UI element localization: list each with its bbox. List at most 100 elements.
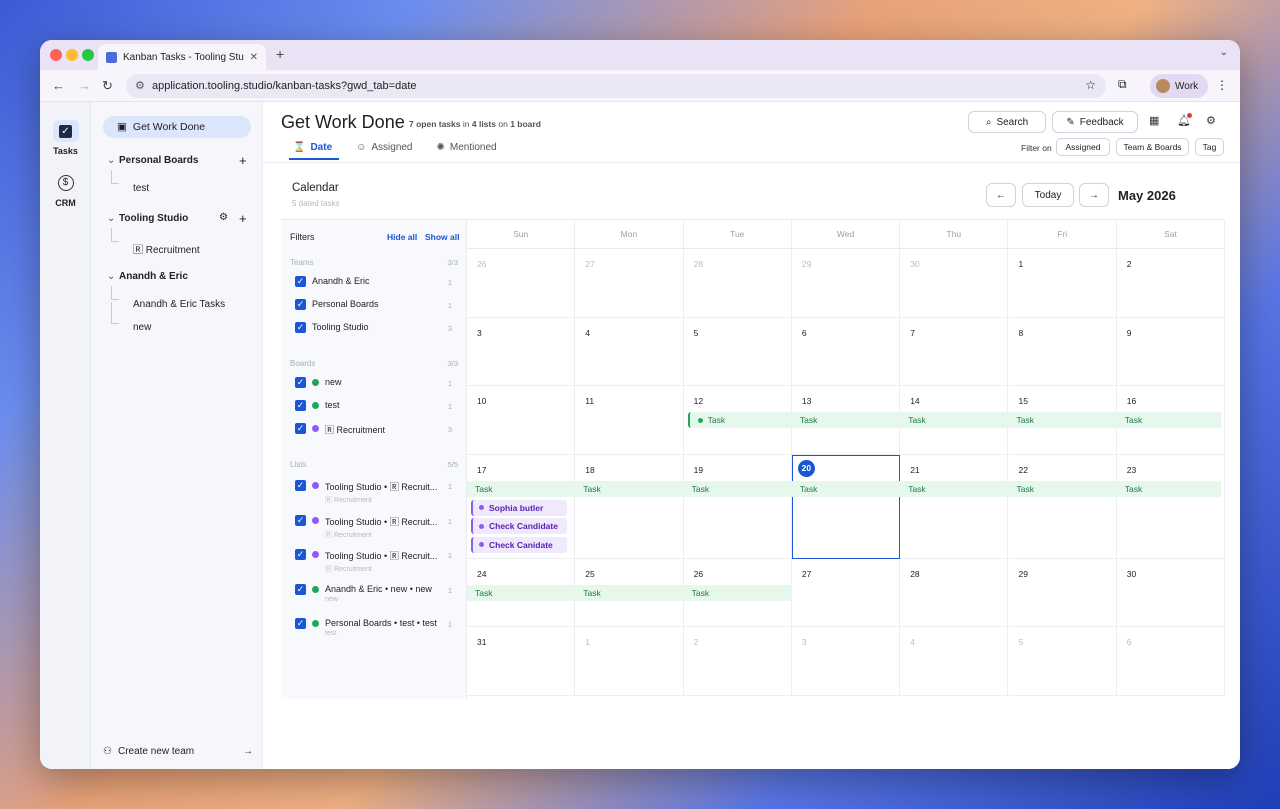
task-bar[interactable]: Task <box>467 584 792 601</box>
browser-menu-icon[interactable]: ⋮ <box>1216 78 1228 92</box>
chevron-down-icon[interactable]: ⌄ <box>107 155 119 166</box>
calendar-day-cell[interactable]: 5 <box>683 317 792 386</box>
tab-mentioned[interactable]: ✺ Mentioned <box>437 142 497 153</box>
search-button[interactable]: ⌕ Search <box>968 111 1046 133</box>
calendar-day-cell[interactable]: 7 <box>900 317 1009 386</box>
checkbox[interactable]: ✓ <box>295 322 306 333</box>
extensions-icon[interactable]: ⧉ <box>1118 77 1127 92</box>
tab-date[interactable]: ⌛ Date <box>293 142 332 153</box>
today-button[interactable]: Today <box>1022 183 1074 207</box>
chevron-down-icon[interactable]: ⌄ <box>107 213 119 224</box>
calendar-day-cell[interactable]: 29 <box>1008 558 1117 627</box>
checkbox[interactable]: ✓ <box>295 480 306 491</box>
calendar-day-cell[interactable]: 5 <box>1008 627 1117 696</box>
calendar-day-cell[interactable]: 8 <box>1008 317 1117 386</box>
minimize-window-button[interactable] <box>66 49 78 61</box>
sidebar-board-recruitment[interactable]: 🅁 Recruitment <box>133 241 200 256</box>
filter-item-boards[interactable]: ✓ 🅁 Recruitment <box>295 423 385 436</box>
checkbox[interactable]: ✓ <box>295 377 306 388</box>
add-board-button[interactable]: + <box>239 211 247 226</box>
sidebar-board-new[interactable]: new <box>133 322 151 333</box>
sidebar-board-anandh-eric-tasks[interactable]: Anandh & Eric Tasks <box>133 299 225 310</box>
hide-all-link[interactable]: Hide all <box>387 232 417 242</box>
tab-list-chevron-icon[interactable]: ⌄ <box>1220 47 1228 58</box>
calendar-day-cell[interactable]: 29 <box>791 249 901 318</box>
profile-button[interactable]: Work <box>1150 74 1208 98</box>
add-board-button[interactable]: + <box>239 153 247 168</box>
checkbox[interactable]: ✓ <box>295 514 306 526</box>
feedback-button[interactable]: ✎ Feedback <box>1052 111 1138 133</box>
calendar-day-cell[interactable]: 1 <box>575 627 684 696</box>
candidate-task[interactable]: Sophia butler <box>471 499 567 516</box>
calendar-day-cell[interactable]: 31 <box>467 627 576 696</box>
sidebar-board-test[interactable]: test <box>133 183 149 194</box>
calendar-day-cell[interactable]: 18 <box>575 454 684 559</box>
next-month-button[interactable]: → <box>1079 183 1109 207</box>
create-new-team-button[interactable]: ⚇ Create new team → <box>103 746 253 757</box>
site-settings-icon[interactable]: ⚙ <box>135 79 145 92</box>
calendar-day-cell[interactable]: 19 <box>683 454 792 559</box>
close-window-button[interactable] <box>50 49 62 61</box>
candidate-task[interactable]: Check Canidate <box>471 536 567 553</box>
calendar-day-cell[interactable]: 3 <box>791 627 901 696</box>
calendar-day-cell[interactable]: 30 <box>1116 558 1226 627</box>
checkbox[interactable]: ✓ <box>295 276 306 287</box>
bookmark-star-icon[interactable]: ☆ <box>1085 78 1096 92</box>
calendar-day-cell[interactable]: 6 <box>1116 627 1226 696</box>
checkbox[interactable]: ✓ <box>295 618 306 629</box>
filter-item-lists[interactable]: ✓ Tooling Studio • 🅁 Recruit... 🅁 Recruitm… <box>295 514 437 540</box>
task-bar[interactable]: Task <box>467 480 1222 497</box>
calendar-day-cell[interactable]: 21 <box>900 454 1009 559</box>
chevron-down-icon[interactable]: ⌄ <box>107 271 119 282</box>
maximize-window-button[interactable] <box>82 49 94 61</box>
forward-arrow-icon[interactable]: → <box>78 78 91 93</box>
checkbox[interactable]: ✓ <box>295 423 306 434</box>
calendar-day-cell[interactable]: 11 <box>575 386 684 455</box>
filter-item-boards[interactable]: ✓ test <box>295 400 340 411</box>
calendar-day-cell[interactable]: 2 <box>1116 249 1226 318</box>
calendar-day-cell[interactable]: 4 <box>575 317 684 386</box>
calendar-day-cell[interactable]: 28 <box>900 558 1009 627</box>
filter-chip-tag[interactable]: Tag <box>1195 138 1224 156</box>
checkbox[interactable]: ✓ <box>295 549 306 560</box>
calendar-day-cell[interactable]: 20 <box>791 454 901 559</box>
candidate-task[interactable]: Check Candidate <box>471 518 567 534</box>
calendar-day-cell[interactable]: 2 <box>683 627 792 696</box>
get-work-done-button[interactable]: ▣ Get Work Done <box>103 116 251 138</box>
filter-item-teams[interactable]: ✓ Anandh & Eric <box>295 276 370 287</box>
filter-item-teams[interactable]: ✓ Tooling Studio <box>295 322 369 333</box>
reload-icon[interactable]: ↻ <box>102 78 113 94</box>
filter-item-boards[interactable]: ✓ new <box>295 377 342 388</box>
rail-item-crm[interactable]: $ CRM <box>40 172 91 208</box>
team-tooling-studio[interactable]: ⌄ Tooling Studio <box>107 213 188 224</box>
team-anandh-eric[interactable]: ⌄ Anandh & Eric <box>107 271 188 282</box>
new-tab-button[interactable]: + <box>276 46 284 62</box>
checkbox[interactable]: ✓ <box>295 299 306 310</box>
browser-tab[interactable]: Kanban Tasks - Tooling Studio ✕ <box>98 44 266 70</box>
calendar-day-cell[interactable]: 3 <box>467 317 576 386</box>
calendar-day-cell[interactable]: 22 <box>1008 454 1117 559</box>
calendar-day-cell[interactable]: 27 <box>791 558 901 627</box>
calendar-day-cell[interactable]: 28 <box>683 249 792 318</box>
calendar-day-cell[interactable]: 6 <box>791 317 901 386</box>
filter-item-lists[interactable]: ✓ Tooling Studio • 🅁 Recruit... 🅁 Recruitm… <box>295 549 437 574</box>
calendar-day-cell[interactable]: 1 <box>1008 249 1117 318</box>
url-field[interactable]: ⚙ application.tooling.studio/kanban-task… <box>126 74 1106 98</box>
settings-gear-icon[interactable]: ⚙ <box>1206 114 1216 127</box>
calendar-day-cell[interactable]: 27 <box>575 249 684 318</box>
calendar-day-cell[interactable]: 10 <box>467 386 576 455</box>
prev-month-button[interactable]: ← <box>986 183 1016 207</box>
show-all-link[interactable]: Show all <box>425 232 459 242</box>
filter-chip-team-boards[interactable]: Team & Boards <box>1116 138 1189 156</box>
back-arrow-icon[interactable]: ← <box>52 78 65 93</box>
team-personal-boards[interactable]: ⌄ Personal Boards <box>107 155 198 166</box>
filter-chip-assigned[interactable]: Assigned <box>1056 138 1110 156</box>
close-tab-icon[interactable]: ✕ <box>250 52 258 63</box>
checkbox[interactable]: ✓ <box>295 400 306 411</box>
filter-item-teams[interactable]: ✓ Personal Boards <box>295 299 379 310</box>
calendar-day-cell[interactable]: 30 <box>900 249 1009 318</box>
calendar-day-cell[interactable]: 4 <box>900 627 1009 696</box>
filter-item-lists[interactable]: ✓ Anandh & Eric • new • new new <box>295 583 432 603</box>
tab-assigned[interactable]: ☺ Assigned <box>356 142 412 153</box>
filter-item-lists[interactable]: ✓ Personal Boards • test • test test <box>295 618 437 637</box>
